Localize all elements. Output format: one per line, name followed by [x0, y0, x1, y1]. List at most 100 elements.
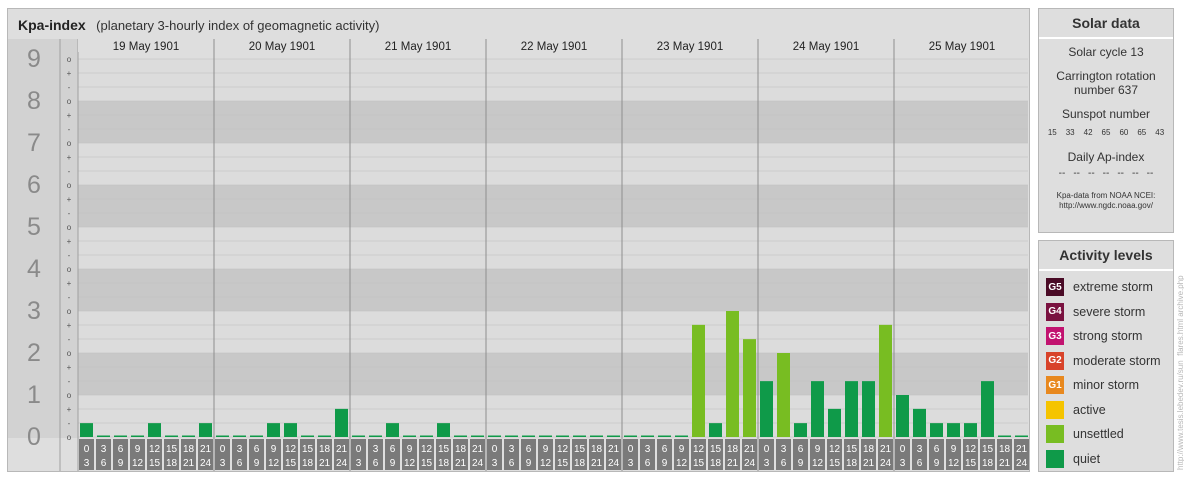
sub-tick-label: o — [67, 223, 72, 232]
activity-level-item: G1 minor storm — [1046, 373, 1173, 398]
solar-data-title: Solar data — [1039, 9, 1173, 39]
sub-tick-label: + — [67, 153, 72, 162]
hour-end-label: 18 — [846, 458, 858, 469]
solar-cycle: Solar cycle 13 — [1068, 45, 1144, 59]
kp-bar — [148, 423, 161, 437]
activity-level-item: G4 severe storm — [1046, 300, 1173, 325]
sub-tick-label: + — [67, 405, 72, 414]
activity-levels-title: Activity levels — [1039, 241, 1173, 271]
level-label: moderate storm — [1073, 353, 1161, 368]
kp-bar-chart: 0123456789o-+o-+o-+o-+o-+o-+o-+o-+o-+o19… — [8, 39, 1029, 471]
sub-tick-label: + — [67, 195, 72, 204]
kp-bar — [352, 435, 365, 437]
sunspot-value: 65 — [1101, 128, 1111, 137]
kp-tick-label: 2 — [27, 339, 41, 367]
kp-bar — [199, 423, 212, 437]
hour-end-label: 12 — [540, 458, 552, 469]
hour-end-label: 15 — [965, 458, 977, 469]
sub-tick-label: o — [67, 391, 72, 400]
kp-bar — [641, 435, 654, 437]
band — [78, 269, 1028, 311]
band — [78, 143, 1028, 185]
hour-end-label: 9 — [254, 458, 260, 469]
hour-end-label: 12 — [676, 458, 688, 469]
hour-end-label: 21 — [319, 458, 331, 469]
level-label: active — [1073, 402, 1106, 417]
hour-start-label: 3 — [645, 444, 651, 455]
level-swatch: G2 — [1046, 351, 1064, 370]
kp-bar — [947, 423, 960, 437]
hour-end-label: 12 — [132, 458, 144, 469]
hour-end-label: 6 — [509, 458, 515, 469]
hour-end-label: 24 — [472, 458, 484, 469]
hour-end-label: 15 — [557, 458, 569, 469]
kp-bar — [80, 423, 93, 437]
sub-tick-label: - — [68, 251, 71, 260]
hour-start-label: 12 — [149, 444, 161, 455]
hour-end-label: 18 — [982, 458, 994, 469]
hour-end-label: 21 — [455, 458, 467, 469]
hour-end-label: 9 — [798, 458, 804, 469]
hour-start-label: 15 — [982, 444, 994, 455]
carrington-number: number 637 — [1073, 83, 1139, 97]
sub-tick-label: - — [68, 83, 71, 92]
activity-level-item: G5 extreme storm — [1046, 275, 1173, 300]
activity-level-item: quiet — [1046, 447, 1173, 472]
hour-start-label: 21 — [336, 444, 348, 455]
hour-start-label: 21 — [1016, 444, 1028, 455]
hour-end-label: 3 — [84, 458, 90, 469]
kp-bar — [998, 435, 1011, 437]
kp-bar — [743, 339, 756, 437]
kp-bar — [369, 435, 382, 437]
kp-bar — [386, 423, 399, 437]
kp-bar — [420, 435, 433, 437]
data-source-note: Kpa-data from NOAA NCEI: http://www.ngdc… — [1039, 191, 1173, 211]
kp-bar — [862, 381, 875, 437]
hour-start-label: 18 — [319, 444, 331, 455]
hour-start-label: 0 — [492, 444, 498, 455]
hour-end-label: 21 — [183, 458, 195, 469]
sub-tick-label: o — [67, 97, 72, 106]
hour-start-label: 9 — [543, 444, 549, 455]
kp-bar — [539, 435, 552, 437]
kp-tick-label: 1 — [27, 381, 41, 409]
hour-end-label: 12 — [404, 458, 416, 469]
band — [78, 101, 1028, 143]
ap-index-label: Daily Ap-index — [1067, 150, 1145, 164]
hour-start-label: 9 — [135, 444, 141, 455]
day-label: 21 May 1901 — [385, 41, 452, 53]
sub-tick-label: + — [67, 237, 72, 246]
ap-index-value: -- — [1132, 168, 1139, 179]
hour-start-label: 6 — [662, 444, 668, 455]
kp-bar — [471, 435, 484, 437]
level-label: unsettled — [1073, 427, 1124, 442]
sub-tick-label: o — [67, 265, 72, 274]
hour-end-label: 24 — [880, 458, 892, 469]
kp-chart-panel: Kpa-index (planetary 3-hourly index of g… — [7, 8, 1030, 472]
level-swatch: G3 — [1046, 327, 1064, 346]
sunspot-value: 42 — [1083, 128, 1093, 137]
hour-start-label: 0 — [900, 444, 906, 455]
day-label: 22 May 1901 — [521, 41, 588, 53]
sub-tick-label: + — [67, 363, 72, 372]
hour-end-label: 18 — [166, 458, 178, 469]
kp-tick-label: 0 — [27, 423, 41, 451]
kp-tick-label: 8 — [27, 87, 41, 115]
kp-bar — [794, 423, 807, 437]
hour-start-label: 12 — [693, 444, 705, 455]
hour-end-label: 3 — [492, 458, 498, 469]
activity-level-item: active — [1046, 398, 1173, 423]
ap-index-value: -- — [1058, 168, 1066, 179]
activity-level-item: G3 strong storm — [1046, 324, 1173, 349]
hour-start-label: 12 — [557, 444, 569, 455]
hour-end-label: 9 — [526, 458, 532, 469]
hour-end-label: 6 — [373, 458, 379, 469]
band — [78, 59, 1028, 101]
sub-tick-label: o — [67, 307, 72, 316]
kp-bar — [692, 324, 705, 437]
kp-bar — [488, 435, 501, 437]
hour-start-label: 3 — [237, 444, 243, 455]
hour-start-label: 9 — [407, 444, 413, 455]
level-swatch: G5 — [1046, 278, 1064, 297]
level-label: strong storm — [1073, 329, 1143, 344]
